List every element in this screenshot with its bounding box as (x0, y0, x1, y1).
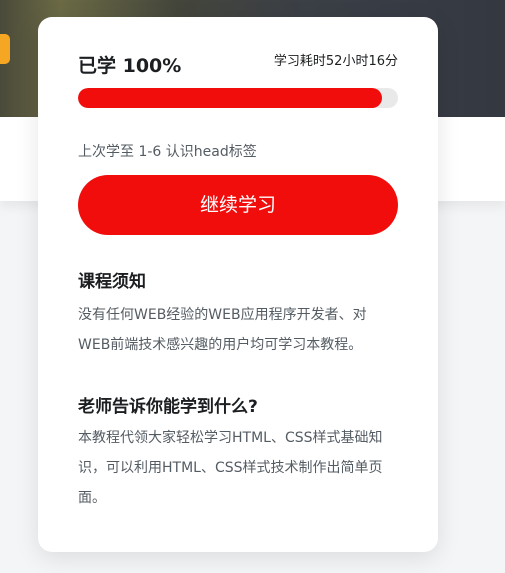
continue-learning-button[interactable]: 继续学习 (78, 175, 398, 235)
learning-outcomes-heading: 老师告诉你能学到什么? (78, 397, 258, 417)
progress-bar-fill (78, 88, 382, 108)
last-study-position[interactable]: 上次学至 1-6 认识head标签 (78, 141, 257, 161)
study-progress-card: 已学 100% 学习耗时52小时16分 上次学至 1-6 认识head标签 继续… (38, 17, 438, 552)
time-spent: 学习耗时52小时16分 (273, 54, 398, 69)
progress-title: 已学 100% (78, 55, 182, 77)
course-notice-heading: 课程须知 (78, 272, 146, 292)
banner-side-tab[interactable] (0, 34, 10, 64)
progress-bar (78, 88, 398, 108)
course-notice-text: 没有任何WEB经验的WEB应用程序开发者、对WEB前端技术感兴趣的用户均可学习本… (78, 307, 367, 353)
learning-outcomes-text: 本教程代领大家轻松学习HTML、CSS样式基础知识，可以利用HTML、CSS样式… (78, 430, 383, 506)
